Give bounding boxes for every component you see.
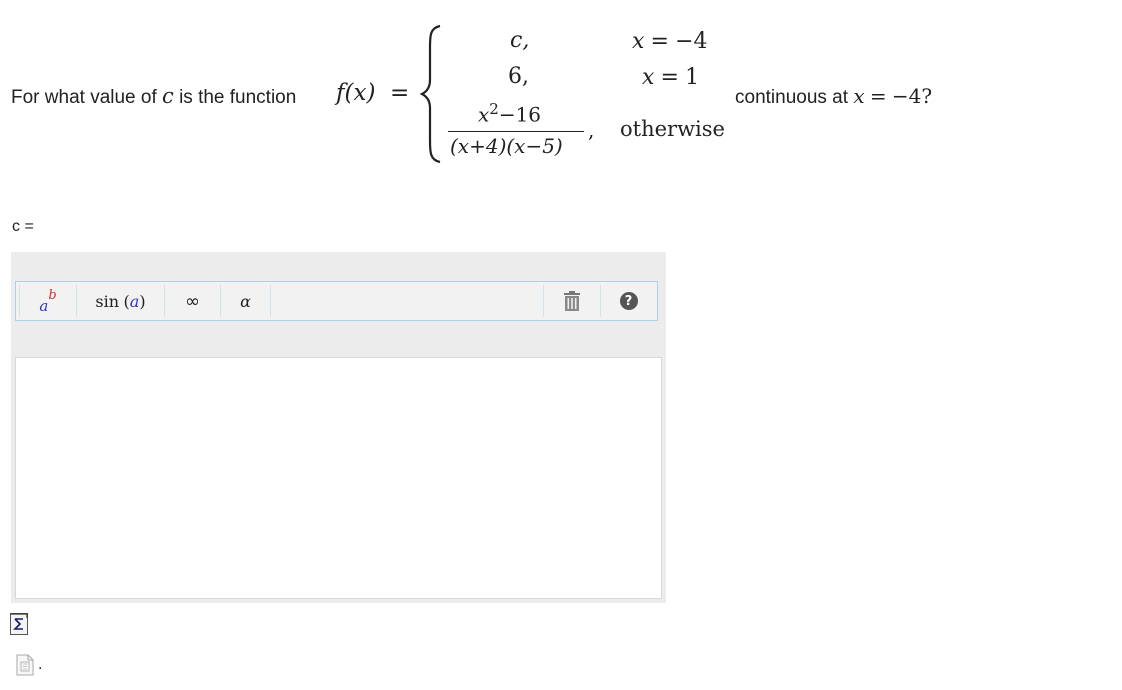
case3-condition: otherwise	[620, 117, 725, 141]
question-text: For what value of c is the function	[11, 84, 296, 109]
question-prefix: For what value of	[11, 87, 157, 108]
answer-label: c =	[12, 218, 34, 235]
editor-toolbar: ab sin (a) ∞ α ?	[15, 281, 658, 321]
footer-dot: .	[38, 656, 43, 673]
fraction-bar	[448, 131, 584, 132]
case3-denominator: (x+4)(x−5)	[450, 134, 563, 158]
function-name: f(x)	[336, 80, 376, 106]
question-suffix: continuous at x = −4?	[735, 84, 933, 108]
function-equals: =	[390, 80, 410, 106]
question-middle: is the function	[179, 87, 297, 108]
case1-value: c,	[510, 28, 530, 53]
case3-numerator: x2−16	[478, 100, 542, 127]
alpha-icon: α	[240, 291, 251, 311]
document-icon[interactable]	[16, 654, 34, 676]
case1-condition: x = −4	[632, 29, 708, 54]
power-button[interactable]: ab	[19, 285, 77, 317]
var-c: c	[162, 84, 174, 108]
case2-condition: x = 1	[642, 65, 700, 90]
case2-value: 6,	[508, 64, 529, 89]
left-brace-icon	[420, 24, 441, 164]
equation-editor-icon[interactable]	[10, 613, 28, 635]
power-icon: a	[39, 297, 49, 315]
math-editor: ab sin (a) ∞ α ?	[11, 252, 666, 603]
clear-button[interactable]	[543, 285, 601, 317]
question: For what value of c is the function f(x)…	[0, 0, 1122, 180]
answer-input[interactable]	[15, 357, 662, 599]
help-icon: ?	[619, 292, 638, 310]
sin-button[interactable]: sin (a)	[77, 285, 165, 317]
greek-letters-button[interactable]: α	[221, 285, 271, 317]
trash-icon	[564, 291, 580, 311]
help-button[interactable]: ?	[601, 285, 656, 317]
infinity-icon: ∞	[185, 290, 200, 312]
case3-comma: ,	[588, 118, 595, 142]
infinity-button[interactable]: ∞	[165, 285, 221, 317]
